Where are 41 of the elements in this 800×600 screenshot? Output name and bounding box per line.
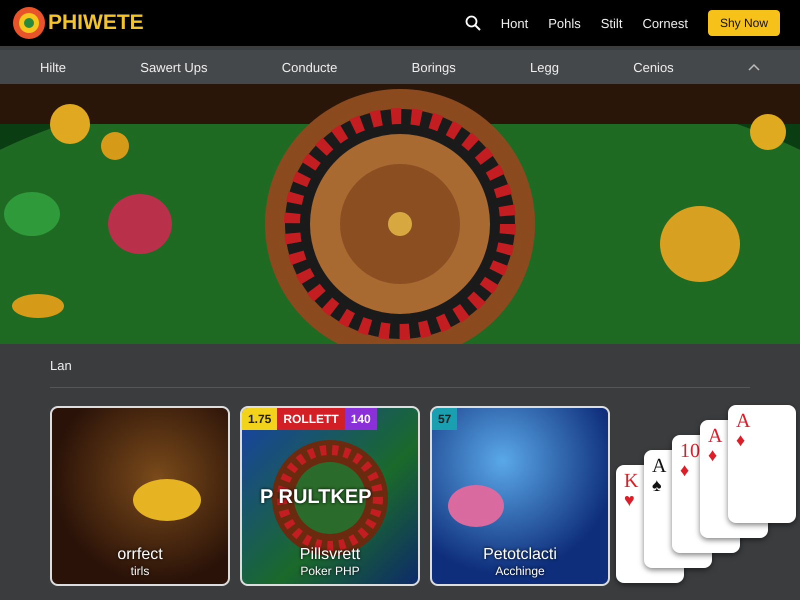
tile-title: Petotclacti [483,546,557,564]
section-label: Lan [50,358,72,373]
card-rank: A [736,411,750,431]
card-suit: ♦ [736,431,746,449]
card-suit: ♥ [624,491,635,509]
card-rank: A [708,426,722,446]
tile-logo-text: P RULTKEP [260,486,372,509]
nav-link[interactable]: Conducte [282,60,338,74]
tile-subtitle: tirls [130,564,150,578]
logo-text[interactable]: PHIWETE [48,11,144,35]
nav-link[interactable]: Borings [412,60,456,74]
game-tile[interactable]: 57 Petotclacti Acchinge [430,406,610,586]
nav-link[interactable]: Legg [530,60,559,74]
tile-badge: 140 [344,408,377,430]
card-suit: ♦ [680,461,690,479]
header-link[interactable]: Stilt [600,16,622,30]
card-rank: K [624,471,638,491]
casino-chip-icon [132,478,202,522]
tile-badge: ROLLETT [277,408,345,430]
game-tile[interactable]: 1.75 ROLLETT 140 P RULTKEP Pillsvrett Poker PHP [240,406,420,586]
header-link[interactable]: Pohls [548,16,581,30]
tile-subtitle: Poker PHP [300,564,360,578]
search-icon[interactable] [464,15,481,31]
game-tile[interactable]: orrfect tirls [50,406,230,586]
nav-link[interactable]: Cenios [633,60,674,74]
card-suit: ♠ [652,476,662,494]
tile-badge: 57 [432,408,458,430]
card-suit: ♦ [708,446,718,464]
caret-icon[interactable] [748,63,760,71]
tile-subtitle: Acchinge [495,564,545,578]
nav-link[interactable]: Hilte [40,60,66,74]
logo-icon [12,6,46,40]
card-rank: 10 [680,441,700,461]
tile-title: Pillsvrett [300,546,360,564]
tile-title: orrfect [117,546,163,564]
header-link[interactable]: Hont [500,16,528,30]
card-rank: A [652,456,666,476]
header-link[interactable]: Cornest [642,16,688,30]
tile-badge: 1.75 [242,408,278,430]
play-now-button[interactable]: Shy Now [708,10,780,36]
nav-link[interactable]: Sawert Ups [140,60,208,74]
